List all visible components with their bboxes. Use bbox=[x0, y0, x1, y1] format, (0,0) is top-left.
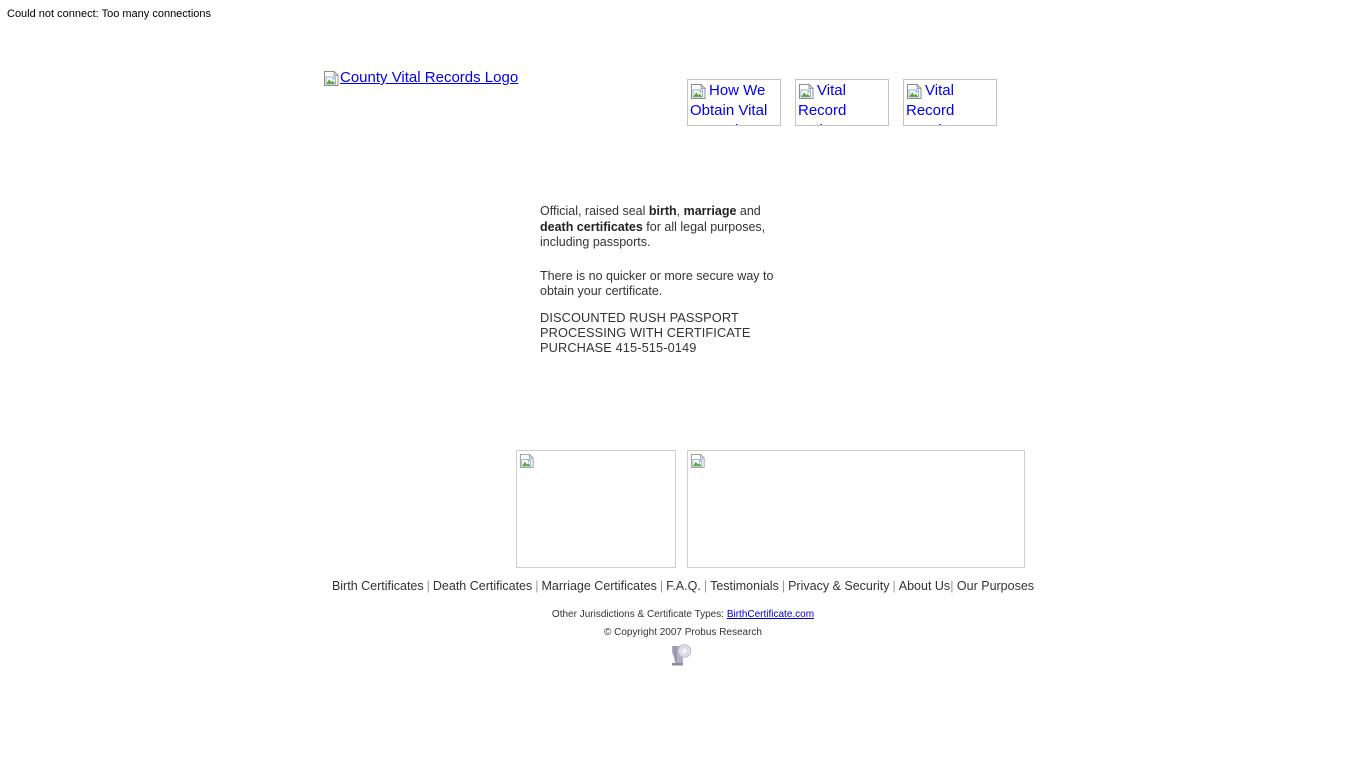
footer-separator: | bbox=[781, 579, 786, 593]
footer-link-about-us[interactable]: About Us bbox=[899, 579, 950, 593]
nav-button-vital-record-order[interactable]: Vital Record Order bbox=[795, 79, 889, 126]
site-logo-link[interactable]: County Vital Records Logo bbox=[323, 68, 518, 90]
placeholder-image-box-1[interactable] bbox=[516, 450, 676, 568]
intro-bold-marriage: marriage bbox=[683, 204, 737, 218]
intro-part2: , bbox=[676, 204, 684, 218]
copyright-text: © Copyright 2007 Probus Research bbox=[603, 627, 762, 638]
footer-link-marriage-certificates[interactable]: Marriage Certificates bbox=[542, 579, 657, 593]
broken-image-icon bbox=[690, 83, 707, 100]
footer-separator: | bbox=[703, 579, 708, 593]
footer-navigation: Birth Certificates | Death Certificates | Ma… bbox=[0, 579, 1366, 594]
placeholder-image-row bbox=[516, 450, 1026, 568]
nav-button-how-we-obtain-vital-records[interactable]: How We Obtain Vital Records bbox=[687, 79, 781, 126]
passport-promo-text: DISCOUNTED RUSH PASSPORT PROCESSING WITH… bbox=[540, 310, 751, 355]
footer-link-privacy-security[interactable]: Privacy & Security bbox=[788, 579, 889, 593]
broken-image-icon bbox=[690, 453, 706, 469]
footer-separator: | bbox=[426, 579, 430, 593]
intro-bold-death-certificates: death certificates bbox=[540, 219, 643, 234]
footer-link-faq[interactable]: F.A.Q. bbox=[666, 579, 701, 593]
broken-image-icon bbox=[519, 453, 535, 469]
footer-separator: | bbox=[950, 579, 954, 593]
intro-paragraph: Official, raised seal birth, marriage an… bbox=[540, 204, 790, 251]
nav-button-vital-record-reprint[interactable]: Vital Record Reprint bbox=[903, 79, 997, 126]
broken-image-icon bbox=[906, 83, 923, 100]
footer-link-our-purposes[interactable]: Our Purposes bbox=[957, 579, 1034, 593]
placeholder-image-box-2[interactable] bbox=[687, 450, 1026, 568]
broken-image-icon bbox=[798, 83, 815, 100]
footer-separator: | bbox=[659, 579, 664, 593]
partial-image-badge-icon bbox=[668, 643, 696, 669]
footer-link-birth-certificates[interactable]: Birth Certificates bbox=[332, 579, 424, 593]
other-jurisdictions-line: Other Jurisdictions & Certificate Types:… bbox=[0, 608, 1366, 621]
broken-image-icon bbox=[323, 70, 340, 87]
database-error-banner: Could not connect: Too many connections bbox=[7, 8, 212, 20]
logo-alt-text: County Vital Records Logo bbox=[340, 69, 519, 86]
birthcertificate-com-link[interactable]: BirthCertificate.com bbox=[727, 609, 814, 620]
other-jurisdictions-label: Other Jurisdictions & Certificate Types: bbox=[551, 609, 725, 620]
footer-link-death-certificates[interactable]: Death Certificates bbox=[433, 579, 532, 593]
primary-navigation: How We Obtain Vital Records Vital Record… bbox=[687, 79, 997, 126]
intro-part1: Official, raised seal bbox=[540, 204, 649, 218]
main-description: Official, raised seal birth, marriage an… bbox=[540, 204, 790, 318]
footer-separator: | bbox=[535, 579, 539, 593]
intro-bold-birth: birth bbox=[648, 204, 677, 218]
intro-part3: and bbox=[736, 204, 761, 218]
footer-separator: | bbox=[892, 579, 896, 593]
secure-paragraph: There is no quicker or more secure way t… bbox=[540, 268, 774, 299]
footer-link-testimonials[interactable]: Testimonials bbox=[710, 579, 779, 593]
